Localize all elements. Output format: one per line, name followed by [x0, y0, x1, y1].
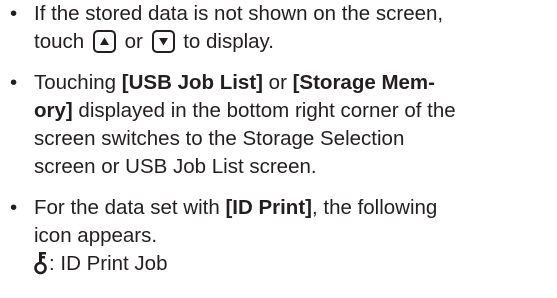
bullet-switch-text-5: screen or USB Job List screen. [34, 155, 317, 178]
bullet-scroll-text-after: to display. [183, 30, 274, 53]
bullet-switch-text-4: screen switches to the Storage Selection [34, 127, 405, 150]
bullet-dot: • [10, 2, 18, 25]
id-print-label: [ID Print] [225, 196, 312, 219]
bullet-dot: • [10, 71, 18, 94]
bullet-dot: • [10, 196, 18, 219]
down-arrow-button-icon [151, 30, 175, 53]
bullet-scroll-text-or: or [124, 30, 143, 53]
document-page: • If the stored data is not shown on the… [0, 0, 557, 298]
bullet-item-scroll: • If the stored data is not shown on the… [10, 0, 545, 56]
bullet-item-storage-switch: • Touching [USB Job List] or [Storage Me… [10, 69, 545, 181]
bullet-switch-text-2: or [262, 71, 293, 94]
up-arrow-button-icon [92, 30, 116, 53]
key-icon [34, 251, 48, 275]
usb-job-list-label: [USB Job List] [121, 71, 263, 94]
bullet-switch-text-3: displayed in the bottom right corner of … [72, 99, 456, 122]
bullet-item-id-print: • For the data set with [ID Print], the … [10, 194, 545, 278]
storage-memory-label-part1: [Storage Mem- [292, 71, 435, 94]
bullet-id-text-1: For the data set with [34, 196, 226, 219]
bullet-scroll-text-1: If the stored data is not shown on the s… [34, 2, 444, 25]
bullet-id-text-3: icon appears. [34, 224, 158, 247]
bullet-scroll-text-touch: touch [34, 30, 85, 53]
bullet-list: • If the stored data is not shown on the… [10, 0, 545, 278]
bullet-id-text-2: , the following [311, 196, 438, 219]
storage-memory-label-part2: ory] [34, 99, 73, 122]
bullet-switch-text-1: Touching [34, 71, 122, 94]
id-print-job-label: : ID Print Job [49, 252, 168, 275]
